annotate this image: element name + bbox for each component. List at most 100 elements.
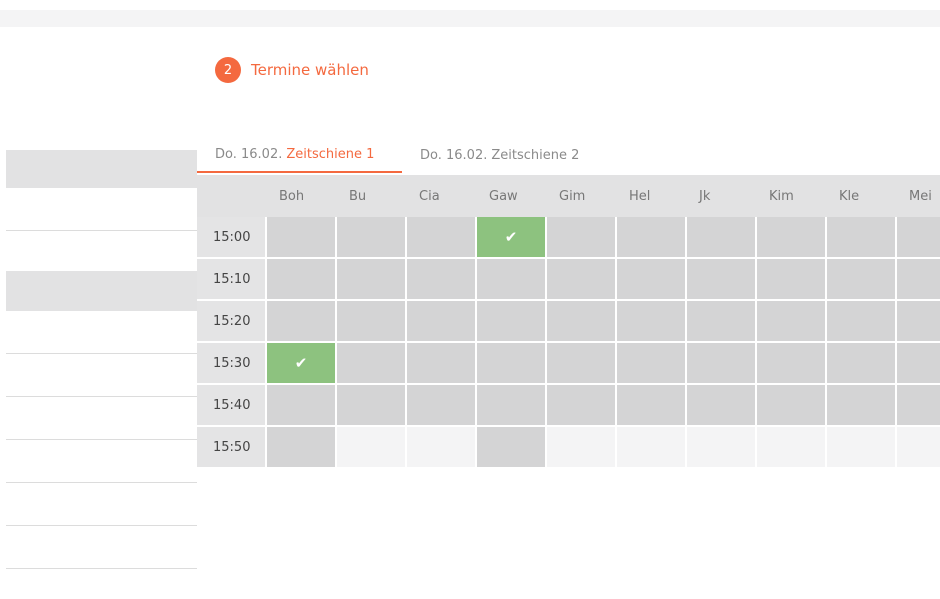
column-header-kle: Kle bbox=[839, 188, 860, 204]
slot-available[interactable] bbox=[897, 301, 940, 343]
slot-available[interactable] bbox=[547, 343, 617, 385]
sidebar-group-1 bbox=[6, 150, 197, 274]
slot-available[interactable] bbox=[827, 343, 897, 385]
slot-available[interactable] bbox=[547, 301, 617, 343]
slot-available[interactable] bbox=[337, 343, 407, 385]
sidebar-group-2 bbox=[6, 271, 197, 569]
time-label: 15:40 bbox=[197, 385, 267, 427]
tab-date: Do. 16.02. bbox=[215, 146, 283, 162]
slot-available[interactable] bbox=[827, 385, 897, 427]
slot-available[interactable] bbox=[687, 259, 757, 301]
slot-available[interactable] bbox=[617, 385, 687, 427]
tab-label: Zeitschiene 1 bbox=[286, 146, 375, 162]
column-header-kim: Kim bbox=[769, 188, 794, 204]
slot-available[interactable] bbox=[477, 385, 547, 427]
slot-available[interactable] bbox=[407, 301, 477, 343]
step-number-badge: 2 bbox=[215, 57, 241, 83]
slot-available[interactable] bbox=[407, 259, 477, 301]
time-row: 15:10 bbox=[197, 259, 940, 301]
column-header-gim: Gim bbox=[559, 188, 586, 204]
time-label: 15:00 bbox=[197, 217, 267, 259]
sidebar-row bbox=[6, 526, 197, 569]
slot-available[interactable] bbox=[687, 385, 757, 427]
slot-available[interactable] bbox=[477, 259, 547, 301]
column-header-boh: Boh bbox=[279, 188, 305, 204]
slot-unavailable bbox=[757, 427, 827, 469]
slot-available[interactable] bbox=[267, 259, 337, 301]
slot-available[interactable] bbox=[547, 385, 617, 427]
time-label: 15:10 bbox=[197, 259, 267, 301]
slot-available[interactable] bbox=[267, 217, 337, 259]
check-icon: ✔ bbox=[504, 228, 518, 246]
slot-unavailable bbox=[897, 427, 940, 469]
time-row: 15:00 ✔ bbox=[197, 217, 940, 259]
slot-available[interactable] bbox=[687, 217, 757, 259]
time-row: 15:50 bbox=[197, 427, 940, 469]
sidebar-row bbox=[6, 188, 197, 231]
grid-header-row: Boh Bu Cia Gaw Gim Hel Jk Kim Kle Mei bbox=[197, 175, 940, 217]
slot-available[interactable] bbox=[337, 259, 407, 301]
time-label: 15:30 bbox=[197, 343, 267, 385]
slot-booked[interactable]: ✔ bbox=[267, 343, 337, 385]
slot-available[interactable] bbox=[897, 259, 940, 301]
slot-available[interactable] bbox=[897, 385, 940, 427]
slot-available[interactable] bbox=[407, 385, 477, 427]
slot-available[interactable] bbox=[337, 385, 407, 427]
slot-available[interactable] bbox=[757, 343, 827, 385]
slot-available[interactable] bbox=[477, 427, 547, 469]
slot-unavailable bbox=[827, 427, 897, 469]
appointment-grid: Boh Bu Cia Gaw Gim Hel Jk Kim Kle Mei 15:00 ✔ 15:10… bbox=[197, 175, 940, 469]
sidebar-row bbox=[6, 440, 197, 483]
check-icon: ✔ bbox=[294, 354, 308, 372]
column-header-mei: Mei bbox=[909, 188, 932, 204]
slot-available[interactable] bbox=[617, 217, 687, 259]
slot-available[interactable] bbox=[827, 259, 897, 301]
slot-available[interactable] bbox=[267, 301, 337, 343]
time-row: 15:20 bbox=[197, 301, 940, 343]
slot-available[interactable] bbox=[827, 217, 897, 259]
slot-available[interactable] bbox=[547, 259, 617, 301]
slot-available[interactable] bbox=[687, 343, 757, 385]
slot-available[interactable] bbox=[477, 301, 547, 343]
slot-available[interactable] bbox=[617, 343, 687, 385]
column-header-jk: Jk bbox=[699, 188, 711, 204]
slot-available[interactable] bbox=[477, 343, 547, 385]
slot-available[interactable] bbox=[547, 217, 617, 259]
time-label: 15:20 bbox=[197, 301, 267, 343]
step-header: 2 Termine wählen bbox=[215, 57, 369, 83]
slot-available[interactable] bbox=[267, 427, 337, 469]
slot-available[interactable] bbox=[617, 259, 687, 301]
tab-zeitschiene-2[interactable]: Do. 16.02. Zeitschiene 2 bbox=[402, 137, 595, 173]
slot-available[interactable] bbox=[407, 343, 477, 385]
sidebar-row bbox=[6, 483, 197, 526]
grid-corner bbox=[197, 175, 267, 217]
time-row: 15:30 ✔ bbox=[197, 343, 940, 385]
column-header-bu: Bu bbox=[349, 188, 367, 204]
column-header-gaw: Gaw bbox=[489, 188, 518, 204]
tab-zeitschiene-1[interactable]: Do. 16.02. Zeitschiene 1 bbox=[197, 137, 402, 173]
sidebar-row bbox=[6, 311, 197, 354]
slot-available[interactable] bbox=[757, 385, 827, 427]
slot-available[interactable] bbox=[757, 301, 827, 343]
slot-unavailable bbox=[617, 427, 687, 469]
column-header-cia: Cia bbox=[419, 188, 440, 204]
slot-available[interactable] bbox=[267, 385, 337, 427]
time-label: 15:50 bbox=[197, 427, 267, 469]
slot-booked[interactable]: ✔ bbox=[477, 217, 547, 259]
step-title: Termine wählen bbox=[251, 61, 369, 79]
slot-available[interactable] bbox=[337, 301, 407, 343]
column-header-hel: Hel bbox=[629, 188, 651, 204]
top-bar bbox=[0, 10, 940, 27]
slot-available[interactable] bbox=[897, 343, 940, 385]
slot-available[interactable] bbox=[757, 259, 827, 301]
slot-available[interactable] bbox=[827, 301, 897, 343]
slot-available[interactable] bbox=[407, 217, 477, 259]
slot-available[interactable] bbox=[337, 217, 407, 259]
slot-unavailable bbox=[547, 427, 617, 469]
slot-available[interactable] bbox=[757, 217, 827, 259]
time-row: 15:40 bbox=[197, 385, 940, 427]
tab-date: Do. 16.02. bbox=[420, 147, 488, 163]
slot-available[interactable] bbox=[687, 301, 757, 343]
slot-available[interactable] bbox=[897, 217, 940, 259]
slot-available[interactable] bbox=[617, 301, 687, 343]
